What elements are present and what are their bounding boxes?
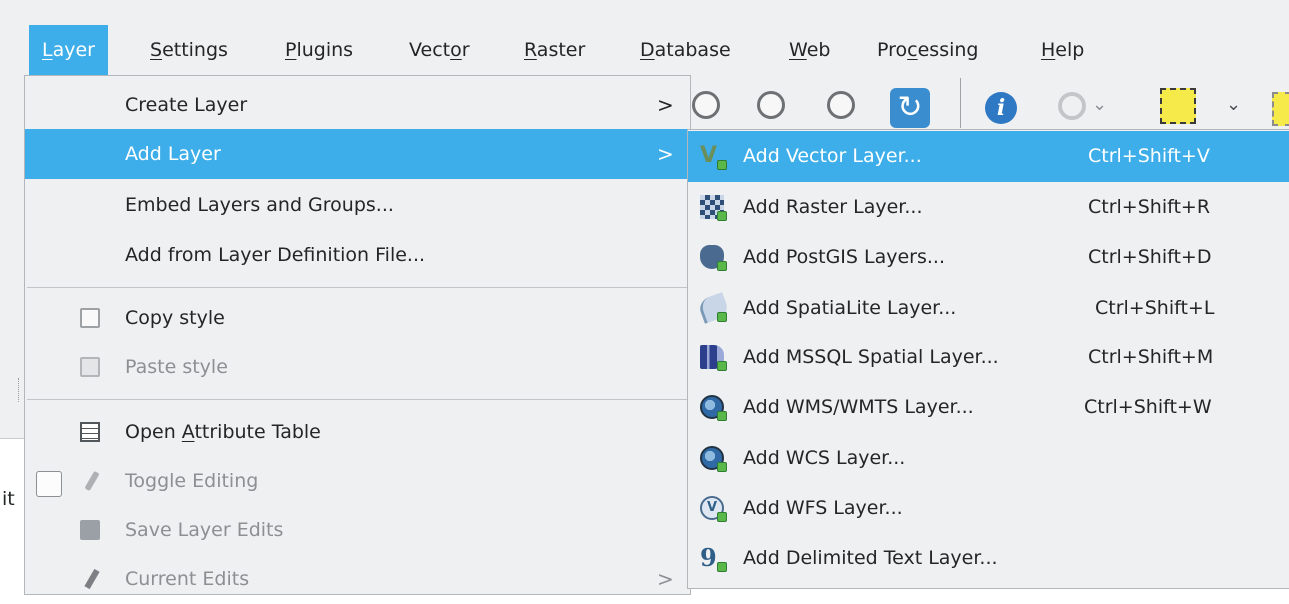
menu-item-add-wms-layer[interactable]: Add WMS/WMTS Layer... Ctrl+Shift+W bbox=[688, 382, 1289, 433]
menu-item-toggle-editing: Toggle Editing bbox=[25, 456, 690, 506]
attribute-table-icon bbox=[80, 422, 100, 442]
chevron-right-icon: > bbox=[657, 567, 674, 591]
add-plus-icon bbox=[717, 411, 727, 421]
panel-handle bbox=[18, 378, 21, 402]
select-by-value-icon[interactable] bbox=[1272, 92, 1289, 126]
chevron-right-icon: > bbox=[657, 93, 674, 117]
menu-item-copy-style[interactable]: Copy style bbox=[25, 293, 690, 343]
toggle-editing-checkbox bbox=[36, 471, 62, 497]
toolbar-divider bbox=[960, 78, 961, 128]
shortcut: Ctrl+Shift+V bbox=[1088, 145, 1210, 167]
refresh-icon[interactable]: ↻ bbox=[890, 88, 930, 128]
menu-item-save-layer-edits: Save Layer Edits bbox=[25, 505, 690, 555]
background-text: it bbox=[2, 488, 15, 510]
add-plus-icon bbox=[717, 512, 727, 522]
menu-item-create-layer[interactable]: Create Layer > bbox=[25, 80, 690, 130]
current-edits-icon bbox=[84, 568, 100, 590]
menu-vector[interactable]: Vector bbox=[396, 25, 483, 75]
menu-item-add-raster-layer[interactable]: Add Raster Layer... Ctrl+Shift+R bbox=[688, 182, 1289, 233]
menu-help[interactable]: Help bbox=[1028, 25, 1097, 75]
menu-item-add-spatialite-layer[interactable]: Add SpatiaLite Layer... Ctrl+Shift+L bbox=[688, 283, 1289, 334]
chevron-down-icon[interactable]: ⌄ bbox=[1092, 94, 1107, 115]
menu-layer[interactable]: Layer bbox=[29, 25, 108, 75]
menu-item-add-postgis-layers[interactable]: Add PostGIS Layers... Ctrl+Shift+D bbox=[688, 232, 1289, 283]
add-plus-icon bbox=[717, 361, 727, 371]
chevron-down-icon[interactable]: ⌄ bbox=[1226, 94, 1241, 115]
menu-web[interactable]: Web bbox=[776, 25, 843, 75]
menu-item-add-wcs-layer[interactable]: Add WCS Layer... bbox=[688, 433, 1289, 484]
zoom-in-icon[interactable] bbox=[692, 91, 720, 119]
select-features-icon[interactable] bbox=[1160, 88, 1196, 124]
menu-item-open-attribute-table[interactable]: Open Attribute Table bbox=[25, 407, 690, 457]
add-plus-icon bbox=[717, 160, 727, 170]
toggle-editing-icon bbox=[84, 470, 100, 492]
add-plus-icon bbox=[717, 562, 727, 572]
menu-item-add-mssql-layer[interactable]: Add MSSQL Spatial Layer... Ctrl+Shift+M bbox=[688, 332, 1289, 383]
menu-database[interactable]: Database bbox=[627, 25, 744, 75]
add-plus-icon bbox=[717, 462, 727, 472]
add-plus-icon bbox=[717, 211, 727, 221]
menu-separator bbox=[27, 287, 687, 288]
menu-item-add-wfs-layer[interactable]: V Add WFS Layer... bbox=[688, 483, 1289, 534]
run-action-icon[interactable] bbox=[1058, 92, 1086, 120]
shortcut: Ctrl+Shift+L bbox=[1095, 297, 1215, 319]
shortcut: Ctrl+Shift+R bbox=[1088, 196, 1211, 218]
menu-item-add-delimited-text-layer[interactable]: 9 Add Delimited Text Layer... bbox=[688, 533, 1289, 584]
zoom-last-icon[interactable] bbox=[827, 91, 855, 119]
copy-style-icon bbox=[80, 308, 100, 328]
chevron-right-icon: > bbox=[657, 142, 674, 166]
shortcut: Ctrl+Shift+W bbox=[1084, 396, 1212, 418]
menu-item-add-from-definition[interactable]: Add from Layer Definition File... bbox=[25, 230, 690, 280]
menu-item-embed-layers[interactable]: Embed Layers and Groups... bbox=[25, 180, 690, 230]
menu-raster[interactable]: Raster bbox=[511, 25, 598, 75]
add-layer-submenu: V Add Vector Layer... Ctrl+Shift+V Add R… bbox=[687, 129, 1289, 589]
paste-style-icon bbox=[80, 357, 100, 377]
shortcut: Ctrl+Shift+D bbox=[1088, 246, 1212, 268]
save-edits-icon bbox=[80, 520, 100, 540]
shortcut: Ctrl+Shift+M bbox=[1088, 346, 1214, 368]
layer-menu: Create Layer > Add Layer > Embed Layers … bbox=[24, 75, 691, 595]
identify-icon[interactable]: i bbox=[985, 92, 1017, 124]
add-plus-icon bbox=[717, 312, 727, 322]
menu-item-paste-style: Paste style bbox=[25, 342, 690, 392]
zoom-out-icon[interactable] bbox=[757, 91, 785, 119]
menu-plugins[interactable]: Plugins bbox=[272, 25, 366, 75]
add-plus-icon bbox=[717, 261, 727, 271]
menu-bar: Layer Settings Plugins Vector Raster Dat… bbox=[0, 0, 1289, 75]
menu-processing[interactable]: Processing bbox=[864, 25, 991, 75]
menu-separator bbox=[27, 399, 687, 400]
menu-item-current-edits: Current Edits > bbox=[25, 554, 690, 604]
menu-item-add-layer[interactable]: Add Layer > bbox=[25, 129, 690, 179]
menu-settings[interactable]: Settings bbox=[137, 25, 241, 75]
menu-item-add-vector-layer[interactable]: V Add Vector Layer... Ctrl+Shift+V bbox=[688, 131, 1289, 182]
